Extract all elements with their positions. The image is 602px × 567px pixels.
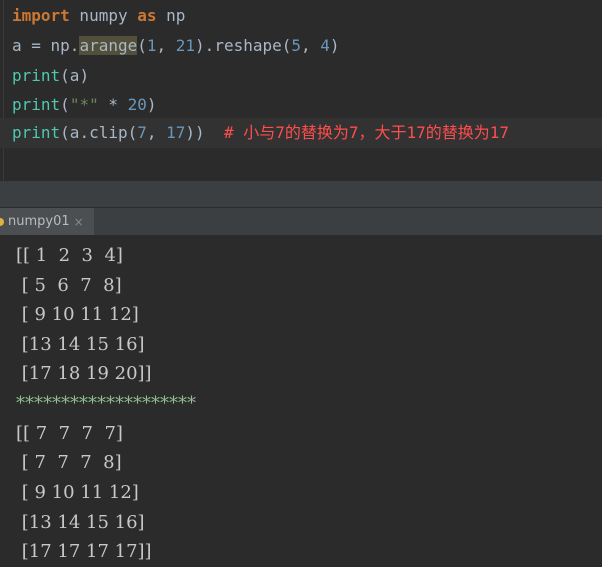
console-line: [13 14 15 16] (16, 334, 145, 355)
console-line: [[ 7 7 7 7] (16, 423, 123, 444)
code-token: , (146, 123, 167, 142)
code-line-1[interactable]: import numpy as np (12, 1, 185, 31)
code-token: ( (137, 36, 147, 55)
code-token: )) (185, 123, 224, 142)
code-token: 1 (146, 36, 157, 55)
code-line-4[interactable]: print("*" * 20) (12, 90, 157, 120)
code-token: (a.clip( (60, 123, 138, 142)
code-editor[interactable]: import numpy as np a = np.arange(1, 21).… (0, 0, 602, 181)
code-line-5[interactable]: print(a.clip(7, 17)) # 小与7的替换为7，大于17的替换为… (0, 118, 602, 148)
run-tab-label: numpy01 (8, 214, 70, 229)
console-line: [17 18 19 20]] (16, 363, 152, 384)
run-tab-bar: numpy01 × (0, 207, 602, 236)
code-token: a = np. (12, 36, 80, 55)
console-separator-line: ******************** (16, 393, 196, 414)
code-token: print (12, 66, 61, 85)
panel-divider[interactable] (0, 181, 602, 207)
code-token: ) (329, 36, 340, 55)
code-token: import (12, 6, 70, 25)
code-token: # 小与7的替换为7，大于17的替换为17 (223, 123, 510, 142)
code-token: arange (79, 36, 138, 55)
code-token: ).reshape( (195, 36, 292, 55)
code-token: (a) (60, 66, 90, 85)
console-line: [13 14 15 16] (16, 512, 145, 533)
editor-gutter (3, 0, 4, 181)
code-line-2[interactable]: a = np.arange(1, 21).reshape(5, 4) (12, 31, 340, 61)
code-token: * (98, 95, 128, 114)
console-line: [ 9 10 11 12] (16, 304, 139, 325)
code-token: 4 (320, 36, 330, 55)
code-token: print (12, 123, 61, 142)
code-token: numpy (69, 6, 138, 25)
code-token: print (12, 95, 61, 114)
code-token: 5 (291, 36, 302, 55)
code-token: "*" (69, 95, 99, 114)
code-token: np (156, 6, 186, 25)
console-line: [ 7 7 7 8] (16, 452, 122, 473)
python-file-icon (0, 218, 4, 226)
code-token: 17 (166, 123, 186, 142)
code-token: 20 (127, 95, 147, 114)
run-tab-numpy01[interactable]: numpy01 × (0, 208, 94, 236)
console-line: [17 17 17 17]] (16, 541, 152, 562)
code-token: ( (60, 95, 70, 114)
close-icon[interactable]: × (74, 208, 84, 236)
code-token: 21 (175, 36, 196, 55)
console-line: [ 9 10 11 12] (16, 482, 139, 503)
code-token: as (137, 6, 157, 25)
code-token: , (156, 36, 176, 55)
console-line: [[ 1 2 3 4] (16, 245, 123, 266)
code-token: 7 (137, 123, 147, 142)
code-line-3[interactable]: print(a) (12, 61, 89, 91)
run-console-output[interactable]: [[ 1 2 3 4] [ 5 6 7 8] [ 9 10 11 12] [13… (0, 235, 602, 567)
console-line: [ 5 6 7 8] (16, 275, 122, 296)
code-token: ) (146, 95, 157, 114)
code-token: , (301, 36, 321, 55)
